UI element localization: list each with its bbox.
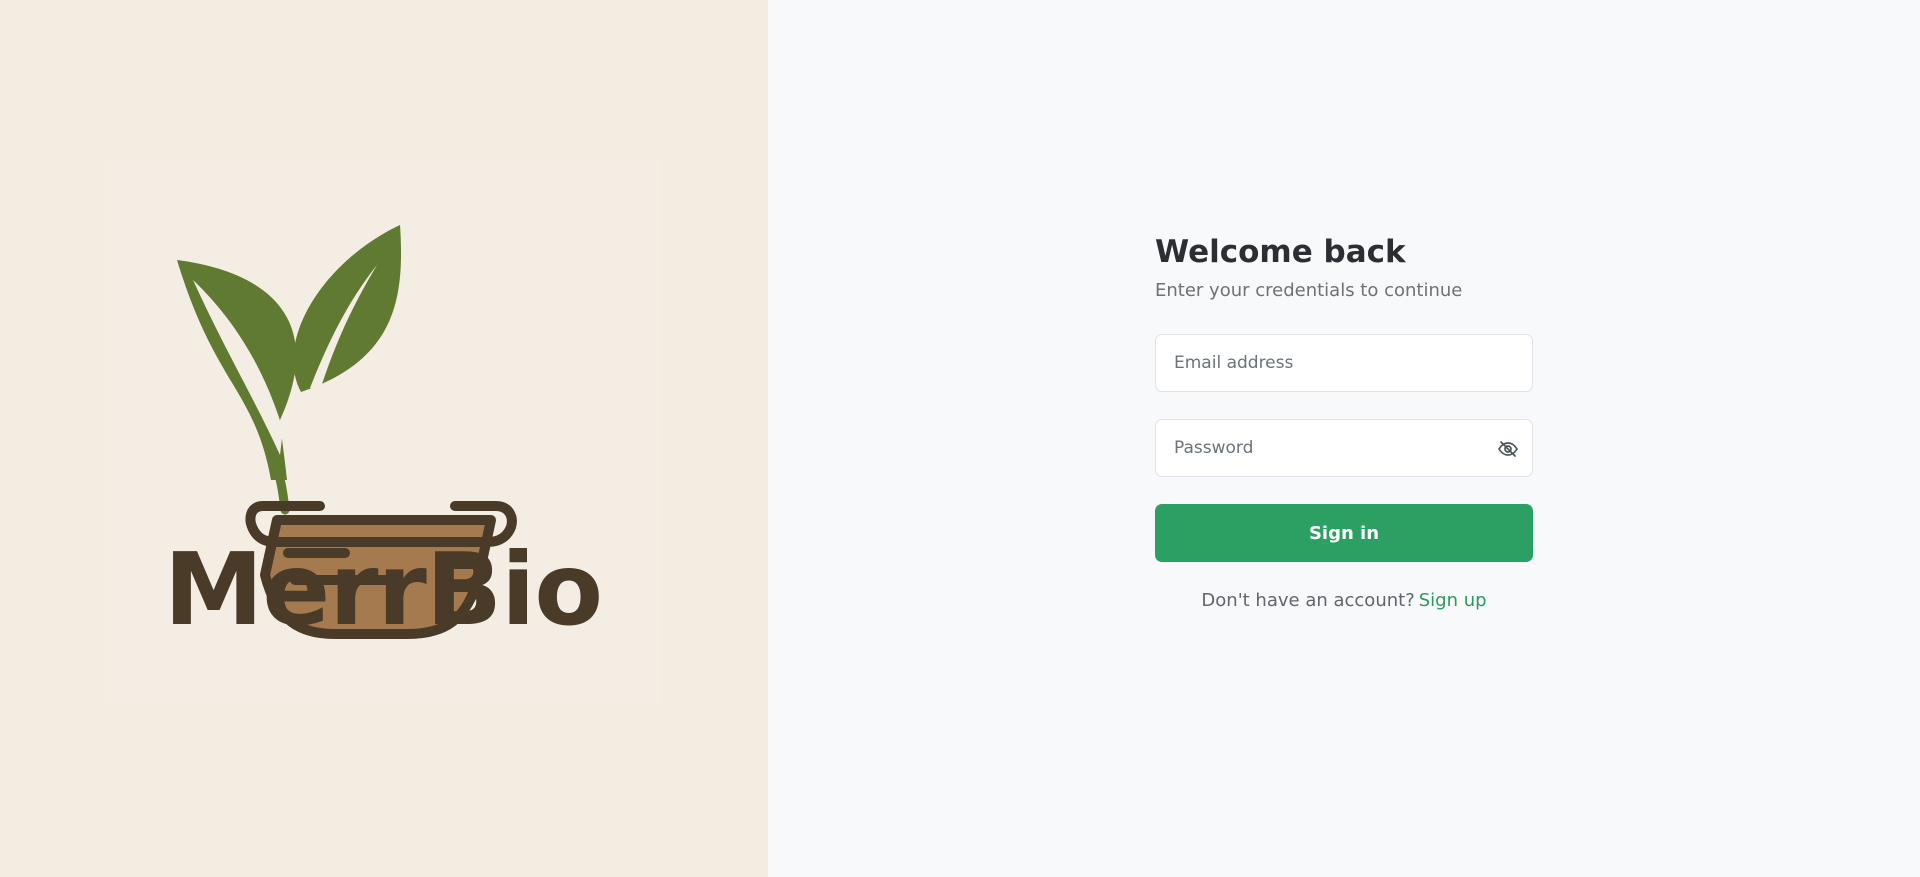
password-field[interactable] (1156, 420, 1532, 476)
sign-in-button[interactable]: Sign in (1155, 504, 1533, 562)
eye-off-icon (1498, 441, 1518, 457)
brand-wordmark: MerrBio (163, 531, 603, 648)
login-panel: Welcome back Enter your credentials to c… (768, 0, 1920, 877)
email-field[interactable] (1156, 335, 1532, 391)
signup-prompt: Don't have an account? (1201, 590, 1415, 611)
page-title: Welcome back (1155, 234, 1406, 270)
signup-link[interactable]: Sign up (1419, 590, 1487, 611)
login-form: Welcome back Enter your credentials to c… (1155, 232, 1533, 611)
signup-row: Don't have an account? Sign up (1155, 590, 1533, 611)
password-visibility-toggle[interactable] (1496, 437, 1520, 461)
brand-panel: MerrBio (0, 0, 768, 877)
page-subtitle: Enter your credentials to continue (1155, 280, 1463, 301)
brand-logo: MerrBio (105, 160, 661, 705)
email-field-container (1155, 334, 1533, 392)
login-page: MerrBio Welcome back Enter your credenti… (0, 0, 1920, 877)
password-field-container (1155, 419, 1533, 477)
